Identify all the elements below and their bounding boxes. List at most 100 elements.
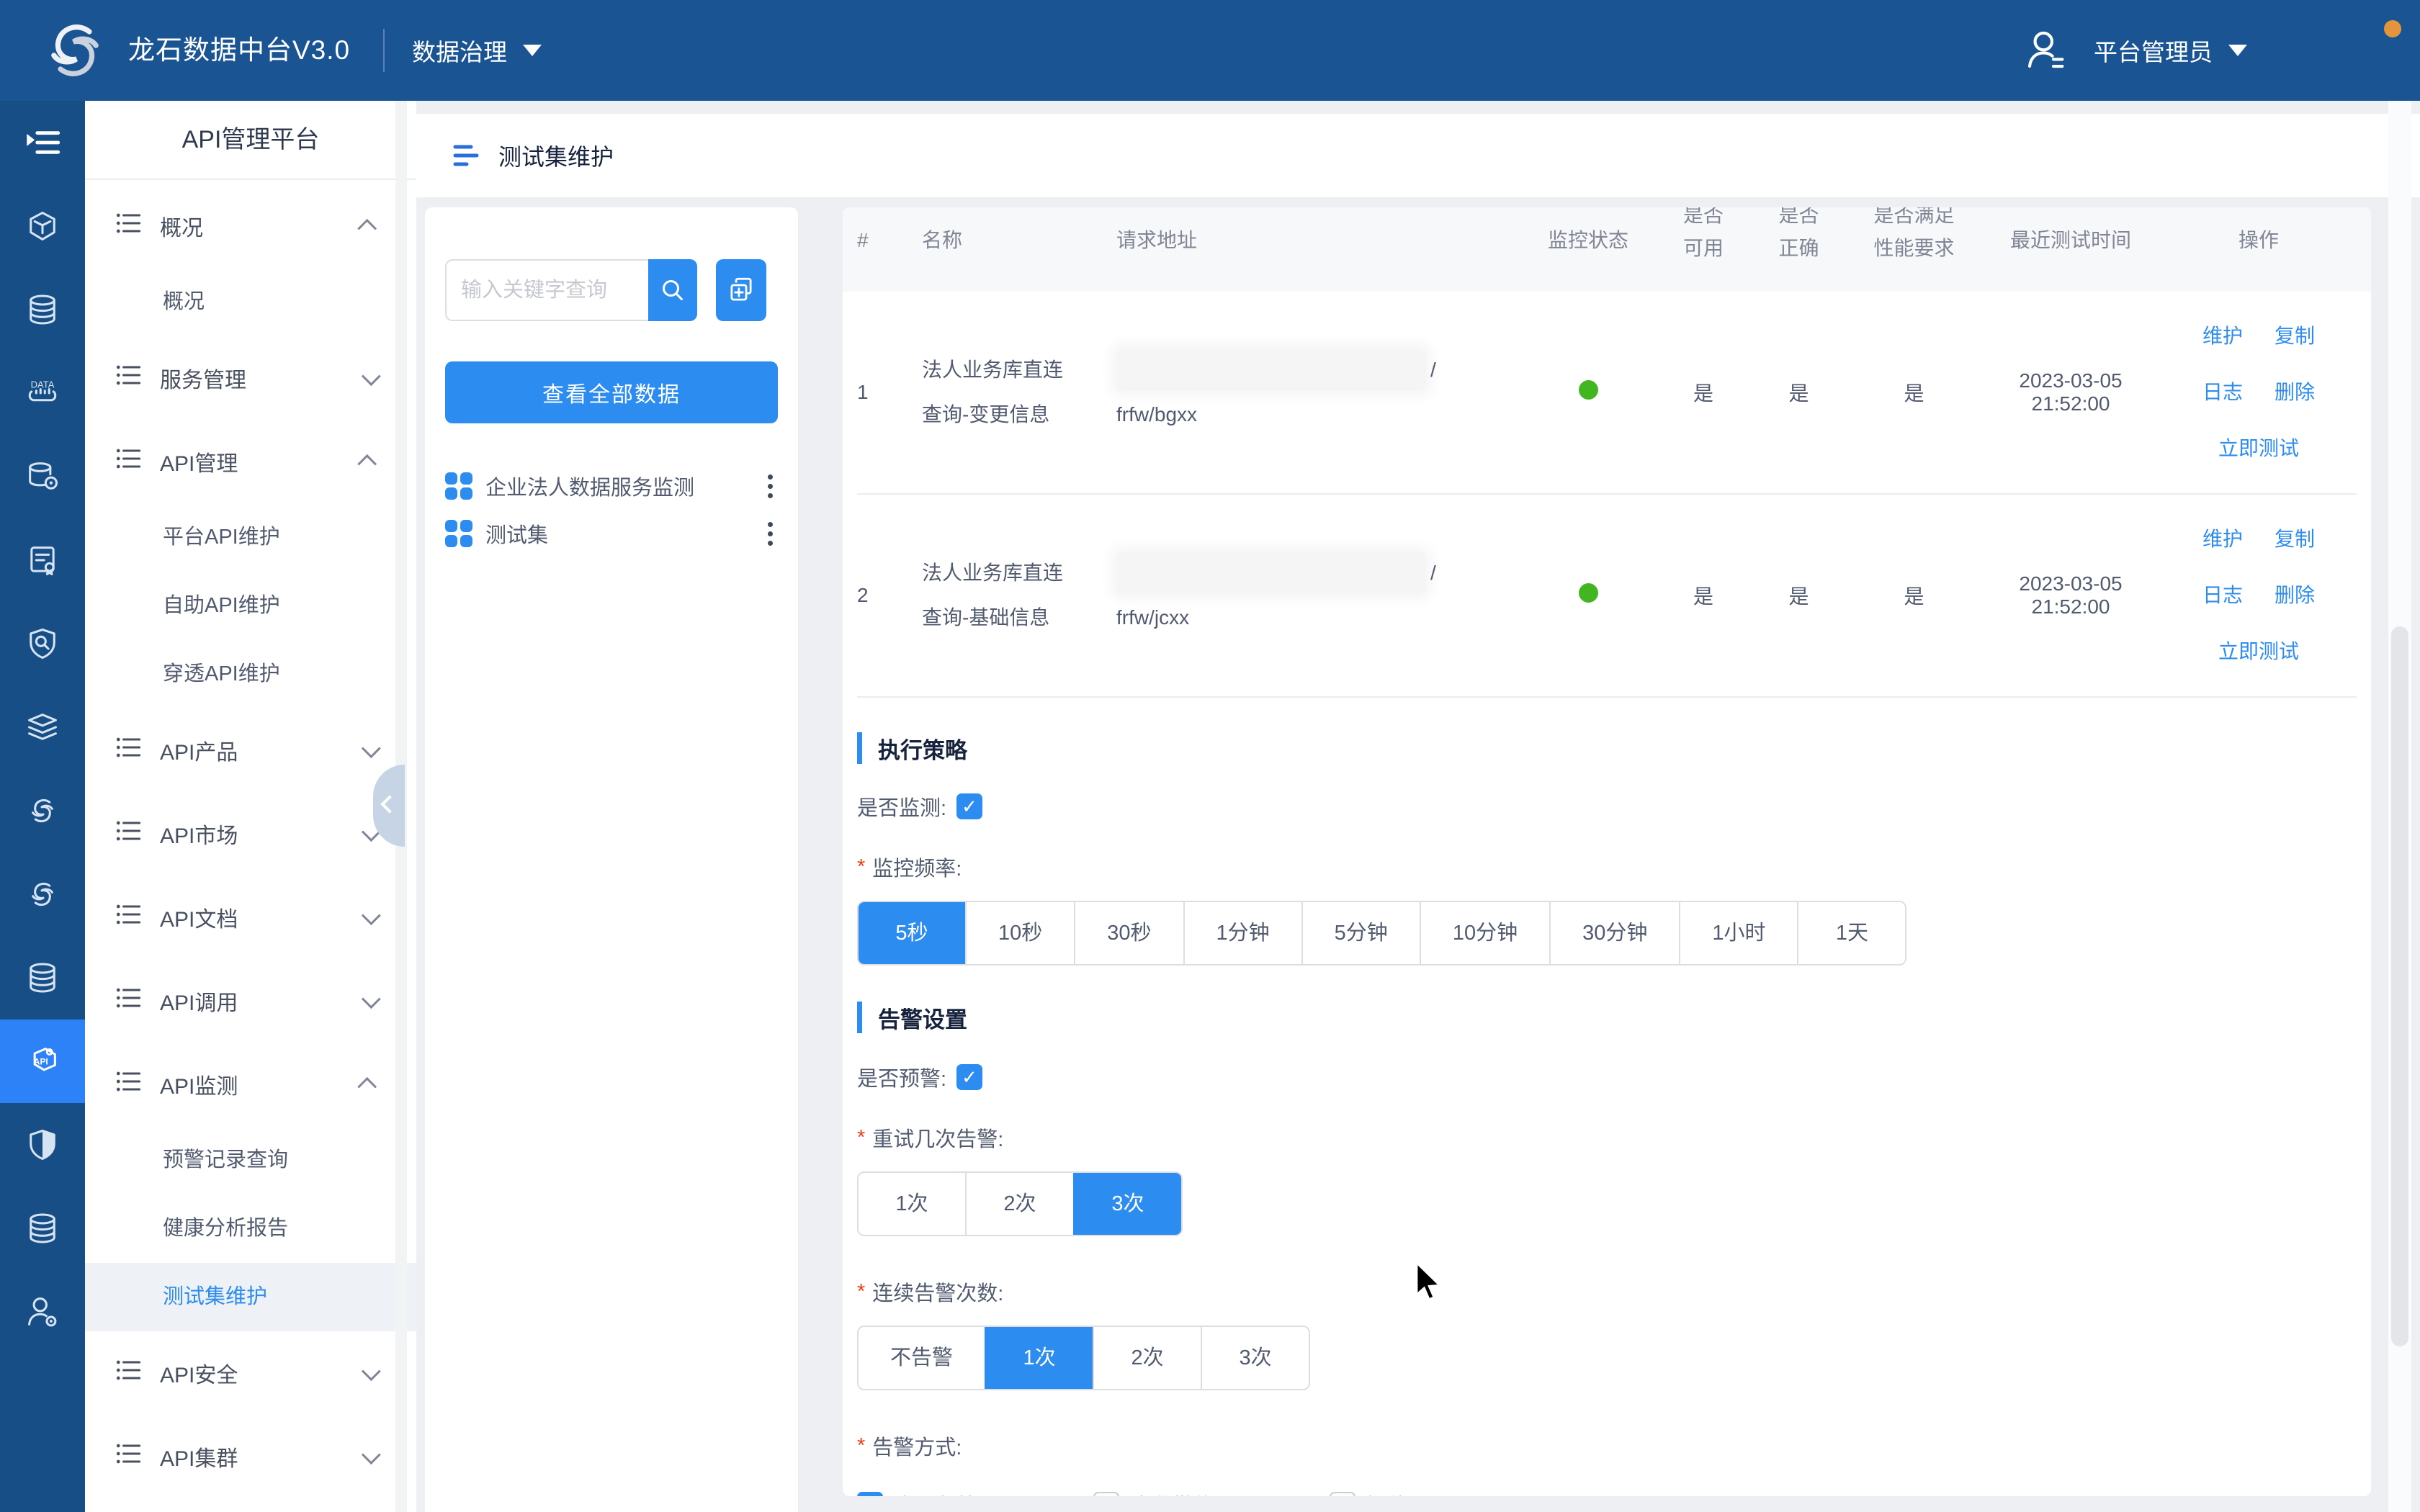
action-link[interactable]: 复制 xyxy=(2275,511,2315,567)
rail-item-menu-toggle[interactable] xyxy=(0,101,85,184)
action-link[interactable]: 维护 xyxy=(2202,511,2243,567)
monitor-toggle-row: 是否监测: ✓ xyxy=(857,791,2357,822)
rail-item-database[interactable] xyxy=(0,268,85,351)
menu-group-9[interactable]: API文档 xyxy=(85,876,416,959)
add-test-set-button[interactable] xyxy=(716,259,766,321)
rail-item-database-gear[interactable] xyxy=(0,435,85,518)
menu-item-自助API维护[interactable]: 自助API维护 xyxy=(85,572,416,640)
menu-group-15[interactable]: API安全 xyxy=(85,1331,416,1415)
svg-text:DATA: DATA xyxy=(31,379,55,390)
tree-item[interactable]: 测试集 xyxy=(445,510,778,557)
menu-item-健康分析报告[interactable]: 健康分析报告 xyxy=(85,1194,416,1263)
option-3次[interactable]: 3次 xyxy=(1073,1173,1181,1235)
view-all-data-button[interactable]: 查看全部数据 xyxy=(445,361,778,423)
rail-item-swirl[interactable] xyxy=(0,769,85,852)
monitor-label: 是否监测: xyxy=(857,791,946,822)
menu-group-label: 服务管理 xyxy=(160,362,246,394)
shield-search-icon xyxy=(24,625,61,662)
action-link[interactable]: 复制 xyxy=(2275,308,2315,364)
menu-group-label: API管理 xyxy=(160,446,238,477)
tree-item[interactable]: 企业法人数据服务监测 xyxy=(445,462,778,510)
chevron-down-icon xyxy=(362,1445,381,1464)
option-1天[interactable]: 1天 xyxy=(1797,902,1905,964)
action-link[interactable]: 立即测试 xyxy=(2218,624,2299,680)
module-switcher[interactable]: 数据治理 xyxy=(412,0,542,101)
rail-item-swirl[interactable] xyxy=(0,852,85,936)
option-3次[interactable]: 3次 xyxy=(1201,1327,1309,1389)
action-link[interactable]: 立即测试 xyxy=(2218,420,2299,477)
last-test-time: 2023-03-0521:52:00 xyxy=(1981,572,2161,618)
menu-item-测试集维护[interactable]: 测试集维护 xyxy=(85,1263,416,1331)
method-label: 短信 xyxy=(1367,1490,1409,1496)
option-1次[interactable]: 1次 xyxy=(985,1327,1093,1389)
row-actions: 维护复制日志删除立即测试 xyxy=(2161,308,2357,477)
option-10秒[interactable]: 10秒 xyxy=(965,902,1074,964)
option-2次[interactable]: 2次 xyxy=(965,1173,1073,1235)
rail-item-database[interactable] xyxy=(0,1187,85,1270)
option-5分钟[interactable]: 5分钟 xyxy=(1301,902,1420,964)
option-30秒[interactable]: 30秒 xyxy=(1074,902,1183,964)
action-link[interactable]: 维护 xyxy=(2202,308,2243,364)
more-actions-icon[interactable] xyxy=(766,474,774,498)
action-link[interactable]: 日志 xyxy=(2202,364,2243,420)
request-address: / frfw/bgxx xyxy=(1116,348,1520,437)
menu-group-2[interactable]: 服务管理 xyxy=(85,336,416,420)
page-scrollbar-thumb[interactable] xyxy=(2391,626,2408,1346)
test-set-icon xyxy=(445,520,472,547)
section-alert-settings: 告警设置 xyxy=(857,1002,2357,1033)
method-checkbox[interactable]: ✓ xyxy=(857,1492,883,1496)
menu-group-16[interactable]: API集群 xyxy=(85,1415,416,1498)
chevron-down-icon xyxy=(2228,45,2247,56)
column-header: 最近测试时间 xyxy=(1981,207,2161,292)
menu-group-10[interactable]: API调用 xyxy=(85,959,416,1043)
menu-group-8[interactable]: API市场 xyxy=(85,792,416,876)
menu-group-0[interactable]: 概况 xyxy=(85,184,416,268)
option-1小时[interactable]: 1小时 xyxy=(1679,902,1797,964)
rail-item-layers[interactable] xyxy=(0,685,85,769)
option-1次[interactable]: 1次 xyxy=(859,1173,965,1235)
method-checkbox[interactable] xyxy=(1330,1492,1355,1496)
menu-item-穿透API维护[interactable]: 穿透API维护 xyxy=(85,640,416,708)
rail-item-user-gear[interactable] xyxy=(0,1270,85,1354)
consecutive-button-group: 不告警1次2次3次 xyxy=(857,1326,1310,1390)
action-link[interactable]: 删除 xyxy=(2275,567,2315,624)
action-link[interactable]: 删除 xyxy=(2275,364,2315,420)
search-button[interactable] xyxy=(648,259,697,321)
retry-label-row: * 重试几次告警: xyxy=(857,1122,2357,1153)
action-link[interactable]: 日志 xyxy=(2202,567,2243,624)
option-10分钟[interactable]: 10分钟 xyxy=(1420,902,1549,964)
method-checkbox[interactable] xyxy=(1093,1492,1119,1496)
menu-group-11[interactable]: API监测 xyxy=(85,1043,416,1126)
retry-label: 重试几次告警: xyxy=(872,1122,1003,1153)
menu-item-平台API维护[interactable]: 平台API维护 xyxy=(85,503,416,572)
rail-item-document-cert[interactable] xyxy=(0,518,85,602)
list-icon xyxy=(112,982,144,1020)
option-不告警[interactable]: 不告警 xyxy=(859,1327,985,1389)
option-5秒[interactable]: 5秒 xyxy=(859,902,965,964)
rail-item-shield-half[interactable] xyxy=(0,1103,85,1187)
menu-item-概况[interactable]: 概况 xyxy=(85,268,416,336)
meets-performance: 是 xyxy=(1847,378,1981,407)
rail-item-shield-search[interactable] xyxy=(0,602,85,685)
rail-item-database[interactable] xyxy=(0,936,85,1020)
menu-item-预警记录查询[interactable]: 预警记录查询 xyxy=(85,1126,416,1194)
top-bar: 龙石数据中台V3.0 数据治理 平台管理员 xyxy=(0,0,2420,101)
chevron-down-icon xyxy=(523,45,542,56)
menu-group-3[interactable]: API管理 xyxy=(85,420,416,503)
more-actions-icon[interactable] xyxy=(766,522,774,546)
copy-plus-icon xyxy=(726,275,756,305)
list-icon xyxy=(112,1066,144,1103)
rail-item-data-service[interactable]: DATA xyxy=(0,351,85,435)
option-2次[interactable]: 2次 xyxy=(1093,1327,1201,1389)
chevron-left-icon xyxy=(380,795,398,813)
prewarn-checkbox[interactable]: ✓ xyxy=(956,1064,982,1090)
user-menu[interactable]: 平台管理员 xyxy=(2022,0,2247,101)
monitor-checkbox[interactable]: ✓ xyxy=(956,793,982,819)
menu-group-7[interactable]: API产品 xyxy=(85,708,416,792)
rail-item-cube[interactable] xyxy=(0,184,85,268)
search-input[interactable] xyxy=(445,259,648,321)
user-gear-icon xyxy=(24,1293,61,1331)
option-30分钟[interactable]: 30分钟 xyxy=(1549,902,1679,964)
rail-item-api-hex[interactable]: API xyxy=(0,1020,85,1103)
option-1分钟[interactable]: 1分钟 xyxy=(1183,902,1301,964)
